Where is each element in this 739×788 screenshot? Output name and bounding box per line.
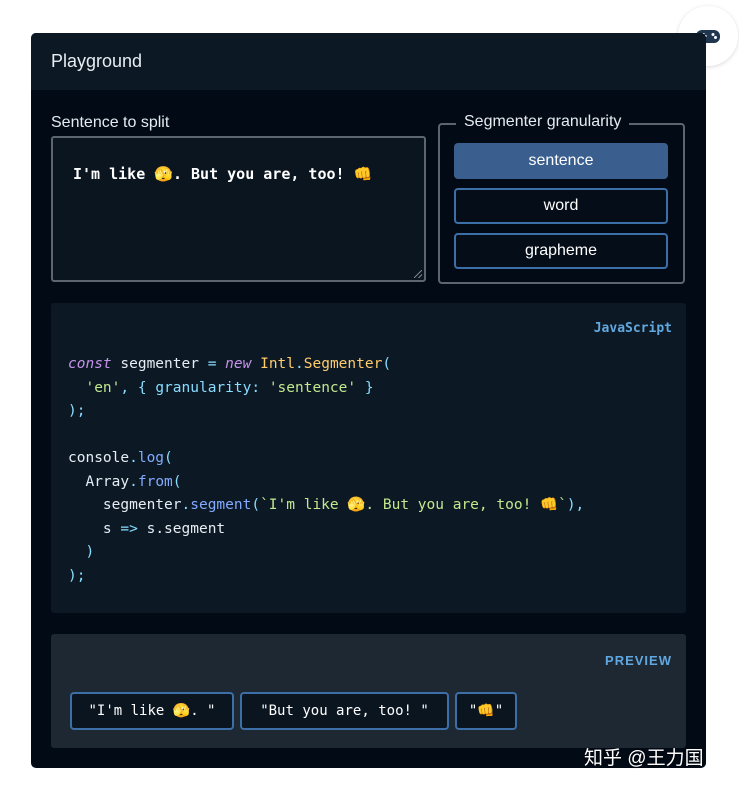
- granularity-grapheme-button[interactable]: grapheme: [454, 233, 668, 269]
- code-snippet: const segmenter = new Intl.Segmenter( 'e…: [68, 356, 585, 584]
- sentence-input-value: I'm like 🫣. But you are, too! 👊: [73, 165, 373, 183]
- granularity-word-button[interactable]: word: [454, 188, 668, 224]
- segment-chip: "I'm like 🫣. ": [70, 692, 234, 730]
- panel-title: Playground: [51, 51, 143, 71]
- sentence-label: Sentence to split: [51, 114, 170, 131]
- preview-panel: PREVIEW "I'm like 🫣. " "But you are, too…: [51, 634, 686, 748]
- language-label: JavaScript: [593, 321, 672, 336]
- panel-header: Playground: [31, 33, 706, 90]
- segment-chip: "👊": [455, 692, 517, 730]
- sentence-input[interactable]: I'm like 🫣. But you are, too! 👊: [51, 136, 426, 282]
- playground-panel: Playground Sentence to split I'm like 🫣.…: [31, 33, 706, 768]
- granularity-fieldset: Segmenter granularity sentence word grap…: [438, 113, 685, 284]
- preview-label: PREVIEW: [605, 653, 672, 668]
- granularity-legend: Segmenter granularity: [456, 113, 630, 131]
- segment-chip: "But you are, too! ": [240, 692, 449, 730]
- watermark: 知乎 @王力国: [584, 748, 704, 769]
- resize-handle[interactable]: [414, 270, 422, 278]
- code-block: JavaScript const segmenter = new Intl.Se…: [51, 303, 686, 613]
- granularity-sentence-button[interactable]: sentence: [454, 143, 668, 179]
